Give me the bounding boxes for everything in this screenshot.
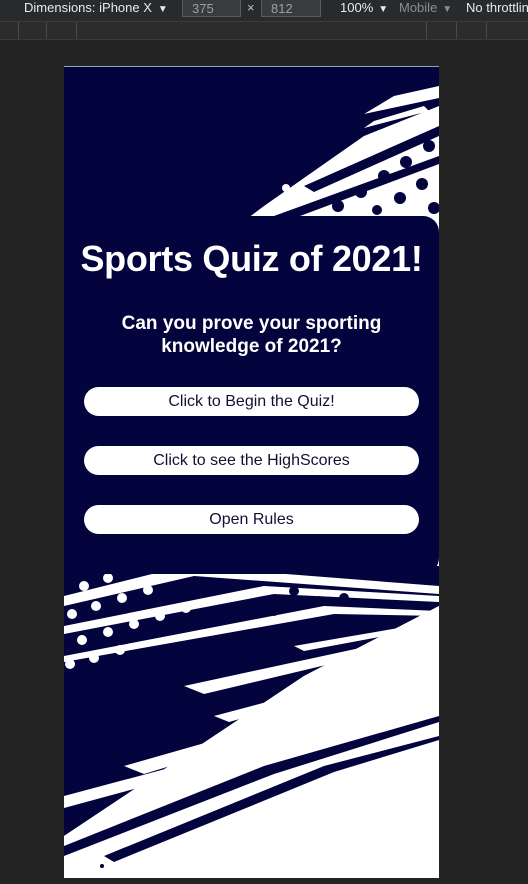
quiz-start-card: Sports Quiz of 2021! Can you prove your … — [64, 216, 439, 574]
chevron-down-icon: ▼ — [378, 4, 389, 15]
ruler-divider — [426, 22, 427, 39]
width-input[interactable]: 375 — [182, 0, 241, 17]
media-query-ruler[interactable] — [0, 22, 528, 40]
height-input[interactable]: 812 — [261, 0, 321, 17]
zoom-select[interactable]: 100% ▼ — [340, 0, 388, 21]
highscores-button[interactable]: Click to see the HighScores — [84, 446, 419, 475]
throttle-select[interactable]: No throttlin — [466, 0, 528, 21]
open-rules-button[interactable]: Open Rules — [84, 505, 419, 534]
devtools-toolbar: Dimensions: iPhone X ▼ 375 × 812 100% ▼ Mo… — [0, 0, 528, 22]
ruler-divider — [456, 22, 457, 39]
times-symbol: × — [247, 0, 255, 15]
begin-quiz-button[interactable]: Click to Begin the Quiz! — [84, 387, 419, 416]
throttle-label: No throttlin — [466, 0, 528, 15]
page-subtitle: Can you prove your sporting knowledge of… — [121, 313, 382, 357]
viewport-top-edge — [64, 66, 439, 67]
device-mode-select[interactable]: Mobile ▼ — [399, 0, 452, 21]
mode-label: Mobile — [399, 0, 438, 15]
device-select[interactable]: Dimensions: iPhone X ▼ — [24, 0, 168, 21]
chevron-down-icon: ▼ — [442, 4, 453, 15]
ruler-divider — [46, 22, 47, 39]
zoom-label: 100% — [340, 0, 374, 15]
ruler-divider — [18, 22, 19, 39]
chevron-down-icon: ▼ — [157, 4, 168, 15]
ruler-divider — [486, 22, 487, 39]
device-viewport: Sports Quiz of 2021! Can you prove your … — [64, 66, 439, 878]
ruler-divider — [76, 22, 77, 39]
device-label: Dimensions: iPhone X — [24, 0, 152, 15]
page-title: Sports Quiz of 2021! — [80, 238, 423, 279]
